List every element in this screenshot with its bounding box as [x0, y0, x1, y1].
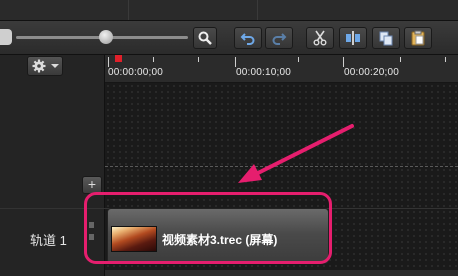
ruler-tick [198, 57, 199, 62]
zoom-slider-thumb[interactable] [99, 30, 113, 44]
top-panel-tab[interactable] [129, 0, 258, 20]
timeline-scrollbar[interactable] [105, 270, 458, 276]
zoom-search-button[interactable] [193, 27, 217, 49]
redo-icon [272, 33, 287, 45]
annotation-arrow-icon [238, 124, 354, 183]
copy-button[interactable] [372, 27, 400, 49]
split-button[interactable] [339, 27, 367, 49]
track-options-button[interactable] [27, 56, 63, 76]
ruler-tick [153, 57, 154, 62]
playhead-marker[interactable] [115, 55, 122, 62]
ruler-tick [108, 57, 109, 67]
chevron-down-icon [51, 64, 59, 68]
ruler-time-label: 00:00:10;00 [236, 67, 292, 78]
ruler-tick [400, 57, 401, 62]
undo-button[interactable] [234, 27, 262, 49]
undo-icon [240, 33, 255, 45]
copy-icon [379, 31, 393, 46]
gear-icon [32, 59, 46, 73]
ruler-tick [298, 57, 299, 62]
ruler-time-label: 00:00:20;00 [344, 67, 400, 78]
plus-icon: + [87, 176, 97, 192]
track-label: 轨道 1 [30, 233, 67, 248]
split-icon [346, 31, 360, 45]
zoom-search-icon [198, 31, 212, 45]
highlight-box [84, 192, 332, 264]
redo-button[interactable] [265, 27, 293, 49]
zoom-out-handle[interactable] [0, 29, 12, 45]
cut-icon [313, 30, 327, 46]
ruler-tick [445, 57, 446, 62]
top-panel-tab[interactable] [0, 0, 129, 20]
ruler-time-label: 00:00:00;00 [108, 67, 164, 78]
paste-icon [411, 30, 425, 46]
ruler-tick [235, 57, 236, 67]
ruler-tick [343, 57, 344, 67]
paste-button[interactable] [404, 27, 432, 49]
cut-button[interactable] [306, 27, 334, 49]
